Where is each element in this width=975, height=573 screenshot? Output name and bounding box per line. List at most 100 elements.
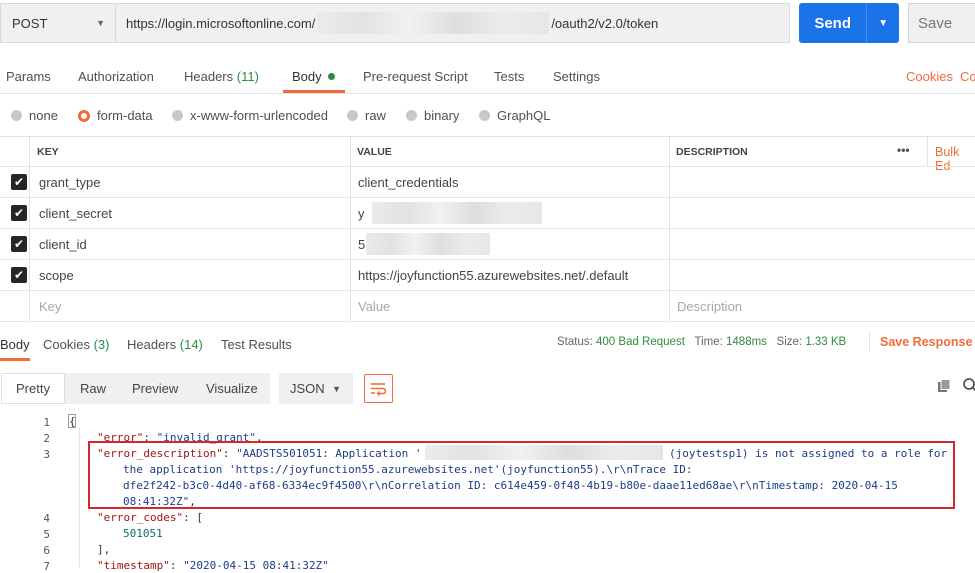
tab-body-label: Body — [292, 69, 322, 84]
json-number: 501051 — [123, 527, 163, 540]
row-checkbox[interactable]: ✔ — [11, 236, 27, 252]
status-value[interactable]: 400 Bad Request — [596, 336, 685, 348]
time-value[interactable]: 1488ms — [726, 336, 767, 348]
checkmark-icon: ✔ — [13, 175, 25, 189]
chevron-down-icon[interactable]: ▼ — [866, 3, 899, 43]
radio-urlencoded[interactable]: x-www-form-urlencoded — [172, 108, 328, 123]
radio-form-data[interactable]: form-data — [78, 108, 153, 123]
row-divider — [0, 290, 975, 291]
response-tab-body[interactable]: Body — [0, 337, 30, 352]
url-suffix: /oauth2/v2.0/token — [551, 15, 659, 31]
row-value[interactable]: y — [358, 206, 365, 221]
row-divider — [0, 197, 975, 198]
view-preview-button[interactable]: Preview — [132, 381, 178, 396]
column-header-value: VALUE — [357, 146, 392, 158]
bulk-edit-link[interactable]: Bulk Ed — [935, 145, 975, 173]
view-visualize-button[interactable]: Visualize — [206, 381, 258, 396]
line-number: 2 — [43, 432, 50, 445]
response-tab-test-results[interactable]: Test Results — [221, 337, 292, 352]
radio-dot-icon — [406, 110, 417, 121]
send-button[interactable]: Send ▼ — [799, 3, 899, 43]
json-key: "timestamp" — [97, 559, 170, 572]
tab-params[interactable]: Params — [6, 69, 51, 84]
size-label: Size: — [776, 336, 803, 348]
row-key[interactable]: client_id — [39, 237, 87, 252]
row-checkbox[interactable]: ✔ — [11, 174, 27, 190]
row-checkbox[interactable]: ✔ — [11, 267, 27, 283]
line-number: 6 — [43, 544, 50, 557]
radio-selected-icon — [78, 109, 90, 122]
tab-body[interactable]: Body — [292, 69, 336, 84]
column-divider — [927, 136, 928, 166]
line-number: 4 — [43, 512, 50, 525]
method-select[interactable]: POST ▼ — [0, 3, 116, 43]
more-options-icon[interactable]: ••• — [897, 143, 910, 157]
view-pretty-button[interactable]: Pretty — [1, 373, 65, 404]
column-header-key: KEY — [37, 146, 59, 158]
code-line: "error_codes": [ — [97, 511, 203, 524]
radio-dot-icon — [479, 110, 490, 121]
json-string: "2020-04-15 08:41:32Z" — [183, 559, 329, 572]
chevron-down-icon: ▼ — [96, 18, 105, 28]
response-tab-headers[interactable]: Headers (14) — [127, 337, 203, 352]
tab-headers[interactable]: Headers (11) — [184, 69, 259, 84]
radio-graphql[interactable]: GraphQL — [479, 108, 550, 123]
row-divider — [0, 166, 975, 167]
radio-binary-label: binary — [424, 108, 460, 123]
row-divider — [0, 259, 975, 260]
size-value[interactable]: 1.33 KB — [805, 336, 846, 348]
response-tab-cookies[interactable]: Cookies (3) — [43, 337, 109, 352]
tab-authorization[interactable]: Authorization — [78, 69, 154, 84]
radio-raw[interactable]: raw — [347, 108, 386, 123]
response-tab-cookies-count: (3) — [93, 337, 110, 352]
column-divider — [350, 136, 351, 322]
row-divider — [0, 228, 975, 229]
response-status-bar: Status: 400 Bad Request Time: 1488ms Siz… — [557, 336, 846, 348]
new-value-input[interactable]: Value — [358, 299, 390, 314]
format-select[interactable]: JSON ▼ — [279, 373, 353, 404]
url-input[interactable]: https://login.microsoftonline.com/ /oaut… — [116, 3, 790, 43]
new-description-input[interactable]: Description — [677, 299, 742, 314]
body-modified-dot-icon — [328, 73, 336, 80]
form-data-table — [0, 136, 975, 323]
radio-dot-icon — [347, 110, 358, 121]
radio-urlencoded-label: x-www-form-urlencoded — [190, 108, 328, 123]
column-header-description: DESCRIPTION — [676, 146, 748, 158]
response-tab-cookies-label: Cookies — [43, 337, 90, 352]
row-key[interactable]: client_secret — [39, 206, 112, 221]
chevron-down-icon: ▼ — [332, 383, 341, 394]
response-tab-headers-label: Headers — [127, 337, 177, 352]
tab-settings[interactable]: Settings — [553, 69, 600, 84]
tab-tests[interactable]: Tests — [494, 69, 524, 84]
code-line: { — [69, 415, 76, 428]
active-response-tab-indicator — [0, 358, 30, 361]
radio-binary[interactable]: binary — [406, 108, 459, 123]
save-button[interactable]: Save — [908, 3, 975, 43]
error-highlight-box — [88, 441, 955, 509]
row-key[interactable]: scope — [39, 268, 74, 283]
search-icon[interactable] — [963, 378, 975, 394]
row-value[interactable]: 5 — [358, 237, 365, 252]
view-raw-button[interactable]: Raw — [80, 381, 106, 396]
radio-dot-icon — [11, 110, 22, 121]
row-divider — [0, 321, 975, 322]
checkmark-icon: ✔ — [13, 237, 25, 251]
row-value[interactable]: client_credentials — [358, 175, 458, 190]
time-label: Time: — [694, 336, 723, 348]
tab-prerequest-script[interactable]: Pre-request Script — [363, 69, 468, 84]
radio-none[interactable]: none — [11, 108, 58, 123]
url-prefix: https://login.microsoftonline.com/ — [126, 15, 316, 31]
wrap-lines-icon — [371, 383, 387, 396]
column-divider — [29, 136, 30, 322]
row-checkbox[interactable]: ✔ — [11, 205, 27, 221]
cookies-link[interactable]: Cookies — [906, 69, 953, 84]
wrap-lines-button[interactable] — [364, 374, 393, 403]
row-value[interactable]: https://joyfunction55.azurewebsites.net/… — [358, 268, 628, 283]
new-key-input[interactable]: Key — [39, 299, 61, 314]
save-label: Save — [918, 14, 953, 32]
copy-icon[interactable] — [937, 379, 951, 393]
checkmark-icon: ✔ — [13, 206, 25, 220]
save-response-button[interactable]: Save Response — [880, 335, 972, 349]
code-link[interactable]: Co — [960, 69, 975, 84]
row-key[interactable]: grant_type — [39, 175, 100, 190]
